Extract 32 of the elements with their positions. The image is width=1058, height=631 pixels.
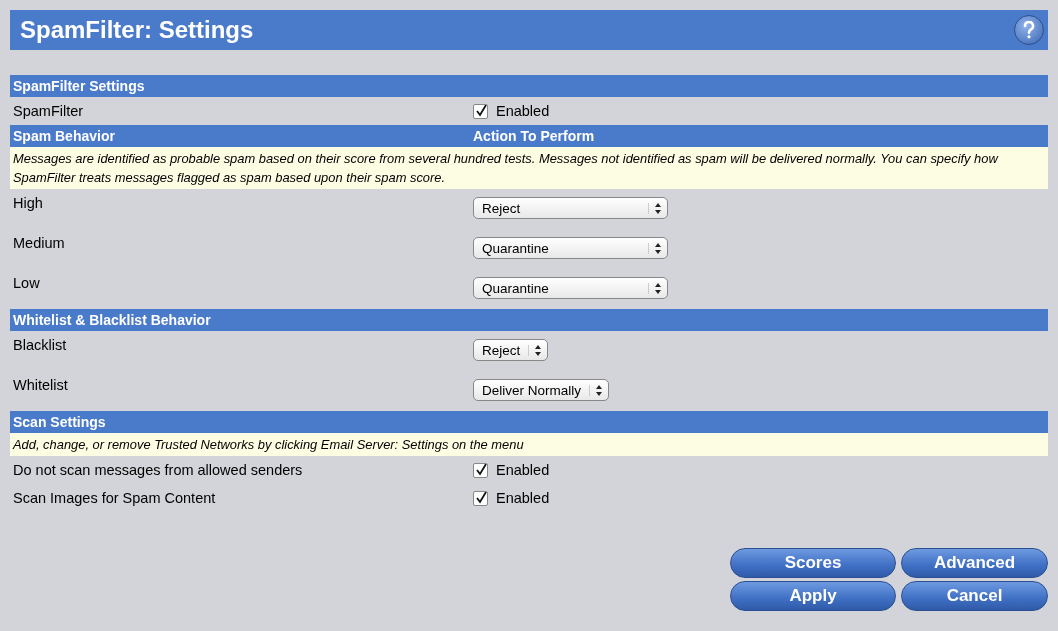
dropdown[interactable]: Quarantine [473,237,668,259]
section-title: Spam Behavior [13,128,116,144]
checkbox-label: Enabled [496,490,550,506]
checkbox-label: Enabled [496,103,550,119]
column-heading: Action To Perform [473,128,596,144]
section-title: Whitelist & Blacklist Behavior [13,312,212,328]
action-button[interactable]: Scores [730,548,896,578]
help-icon[interactable] [1014,15,1044,45]
checkbox[interactable] [473,103,488,119]
section-title: Scan Settings [13,414,107,430]
setting-label: SpamFilter [13,103,85,119]
setting-label: Blacklist [13,336,68,353]
info-note: Add, change, or remove Trusted Networks by clicking Email Server: Settings on the menu [10,433,1048,456]
dropdown[interactable]: Reject [473,339,549,361]
setting-label: Low [13,274,41,291]
page-title: SpamFilter: Settings [20,16,254,44]
action-button[interactable]: Cancel [901,581,1048,611]
setting-label: Medium [13,234,66,251]
setting-label: Do not scan messages from allowed senders [13,462,304,478]
dropdown[interactable]: Reject [473,197,668,219]
setting-label: Whitelist [13,376,69,393]
action-button[interactable]: Advanced [901,548,1048,578]
setting-label: High [13,194,44,211]
checkbox[interactable] [473,490,488,506]
action-button[interactable]: Apply [730,581,896,611]
dropdown[interactable]: Deliver Normally [473,379,609,401]
checkbox[interactable] [473,462,488,478]
dropdown[interactable]: Quarantine [473,277,668,299]
info-note: Messages are identified as probable spam based on their score from several hundred tests. Messages not identified as spam will be delivered normally. You can specify how SpamFilter treats messages flagged as spam based upon their spam score. [10,147,1048,189]
checkbox-label: Enabled [496,462,550,478]
setting-label: Scan Images for Spam Content [13,490,217,506]
section-title: SpamFilter Settings [13,78,146,94]
